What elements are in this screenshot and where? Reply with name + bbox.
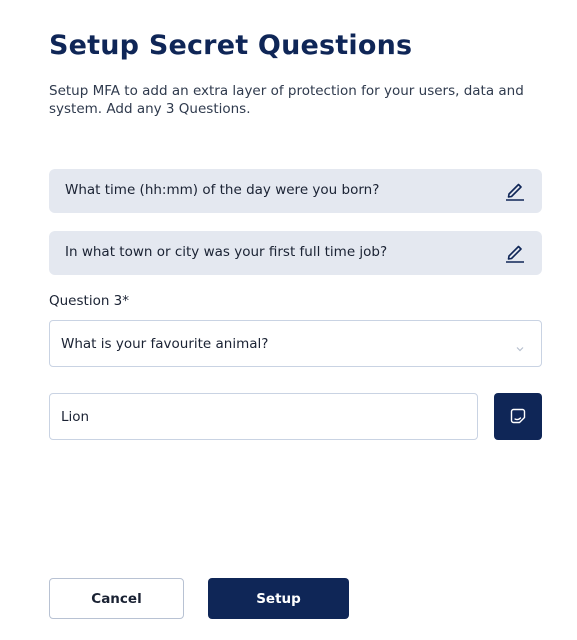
question-3-select[interactable]: What is your favourite animal?	[49, 320, 542, 367]
page-subtitle: Setup MFA to add an extra layer of prote…	[49, 83, 524, 117]
question-card-1: What time (hh:mm) of the day were you bo…	[49, 169, 542, 213]
question-2-text: In what town or city was your first full…	[65, 244, 388, 260]
save-answer-button[interactable]	[494, 393, 542, 440]
save-icon	[510, 408, 526, 424]
setup-button[interactable]: Setup	[208, 578, 349, 619]
question-1-text: What time (hh:mm) of the day were you bo…	[65, 182, 380, 198]
answer-input[interactable]	[49, 393, 478, 440]
question-card-2: In what town or city was your first full…	[49, 231, 542, 275]
pencil-icon[interactable]	[504, 241, 526, 263]
page-title: Setup Secret Questions	[49, 30, 413, 61]
question-3-selected-value: What is your favourite animal?	[61, 336, 269, 352]
chevron-down-icon	[515, 339, 525, 352]
setup-secret-questions-page: Setup Secret Questions Setup MFA to add …	[0, 0, 577, 640]
question-3-label: Question 3*	[49, 293, 130, 309]
pencil-icon[interactable]	[504, 179, 526, 201]
cancel-button[interactable]: Cancel	[49, 578, 184, 619]
